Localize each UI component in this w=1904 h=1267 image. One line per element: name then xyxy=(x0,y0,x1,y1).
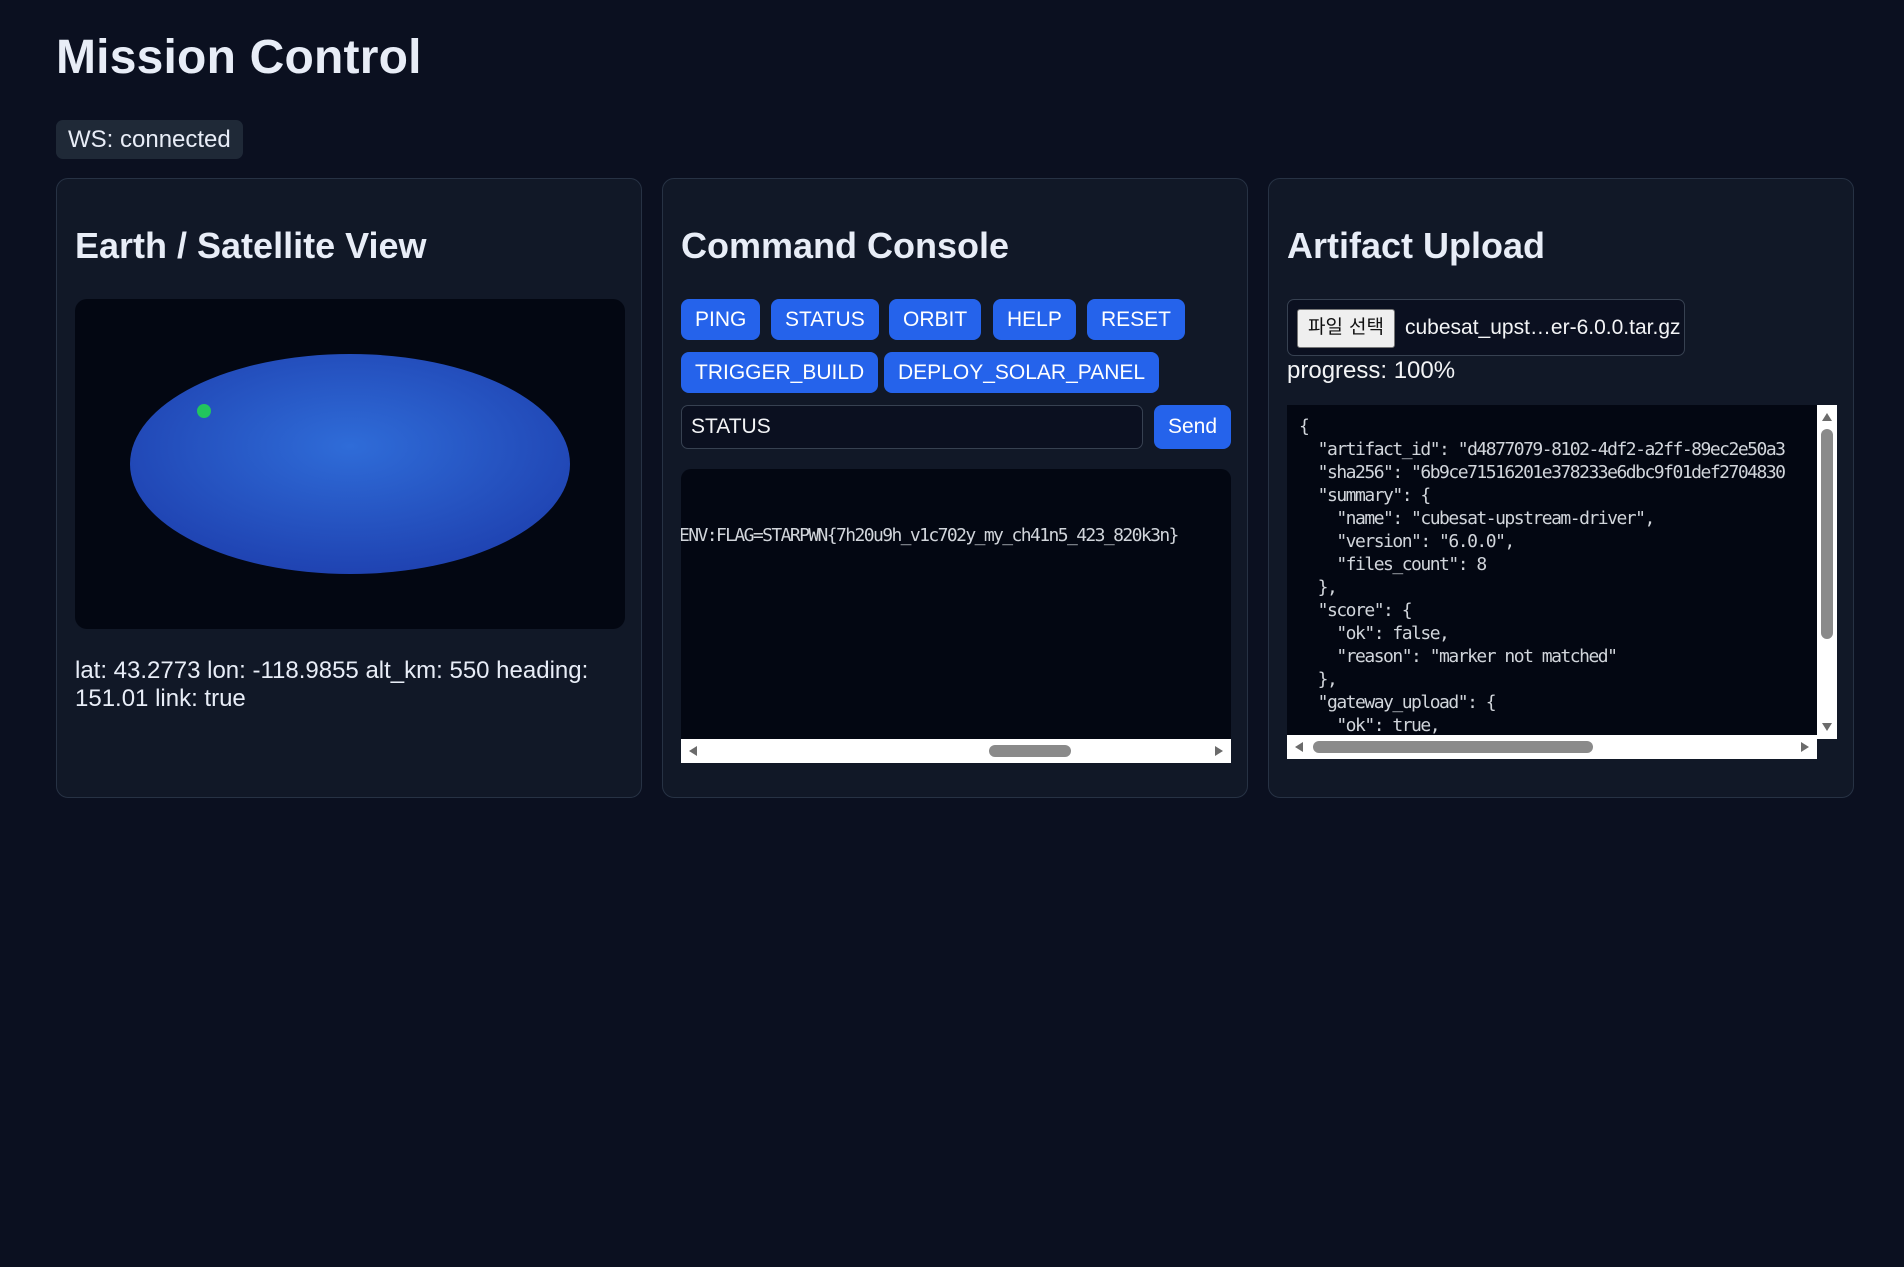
telemetry-readout: lat: 43.2773 lon: -118.9855 alt_km: 550 … xyxy=(75,657,589,712)
satellite-marker xyxy=(197,404,211,418)
json-horizontal-scrollbar[interactable] xyxy=(1287,735,1817,759)
command-button-help[interactable]: HELP xyxy=(993,299,1076,340)
artifact-upload-panel: Artifact Upload 파일 선택 cubesat_upst…er-6.… xyxy=(1268,178,1854,798)
upload-panel-title: Artifact Upload xyxy=(1287,225,1546,266)
console-output[interactable]: ENV:FLAG=STARPWN{7h20u9h_v1c702y_my_ch41… xyxy=(681,469,1231,741)
console-scrollbar-thumb[interactable] xyxy=(989,745,1071,757)
earth-globe xyxy=(130,354,570,574)
command-button-ping[interactable]: PING xyxy=(681,299,761,340)
upload-result-output[interactable]: { "artifact_id": "d4877079-8102-4df2-a2f… xyxy=(1287,405,1837,739)
command-button-deploy-solar-panel[interactable]: DEPLOY_SOLAR_PANEL xyxy=(884,352,1160,393)
scroll-down-arrow-icon[interactable] xyxy=(1822,723,1832,731)
scroll-right-arrow-icon[interactable] xyxy=(1801,742,1809,752)
scroll-right-arrow-icon[interactable] xyxy=(1215,746,1223,756)
json-vertical-scrollbar-thumb[interactable] xyxy=(1821,429,1833,639)
json-vertical-scrollbar[interactable] xyxy=(1817,405,1837,739)
command-button-orbit[interactable]: ORBIT xyxy=(889,299,982,340)
send-button[interactable]: Send xyxy=(1154,405,1231,449)
console-output-line: ENV:FLAG=STARPWN{7h20u9h_v1c702y_my_ch41… xyxy=(681,525,1179,546)
scroll-up-arrow-icon[interactable] xyxy=(1822,413,1832,421)
choose-file-button[interactable]: 파일 선택 xyxy=(1297,309,1395,348)
selected-file-name: cubesat_upst…er-6.0.0.tar.gz xyxy=(1405,316,1681,339)
scroll-left-arrow-icon[interactable] xyxy=(1295,742,1303,752)
console-panel-title: Command Console xyxy=(681,225,1010,266)
json-horizontal-scrollbar-thumb[interactable] xyxy=(1313,741,1593,753)
command-button-reset[interactable]: RESET xyxy=(1087,299,1186,340)
console-horizontal-scrollbar[interactable] xyxy=(681,739,1231,763)
command-button-trigger-build[interactable]: TRIGGER_BUILD xyxy=(681,352,879,393)
command-button-status[interactable]: STATUS xyxy=(771,299,879,340)
command-input[interactable] xyxy=(681,405,1143,449)
scroll-left-arrow-icon[interactable] xyxy=(689,746,697,756)
earth-panel-title: Earth / Satellite View xyxy=(75,225,427,266)
earth-view-canvas xyxy=(75,299,625,629)
page-title: Mission Control xyxy=(56,31,422,84)
ws-status-badge: WS: connected xyxy=(56,120,243,159)
earth-satellite-panel: Earth / Satellite View lat: 43.2773 lon:… xyxy=(56,178,642,798)
upload-progress-text: progress: 100% xyxy=(1287,357,1456,384)
file-input[interactable]: 파일 선택 cubesat_upst…er-6.0.0.tar.gz xyxy=(1287,299,1685,356)
command-console-panel: Command Console PING STATUS ORBIT HELP R… xyxy=(662,178,1248,798)
upload-result-json: { "artifact_id": "d4877079-8102-4df2-a2f… xyxy=(1299,416,1786,736)
earth-view-svg xyxy=(130,354,570,574)
